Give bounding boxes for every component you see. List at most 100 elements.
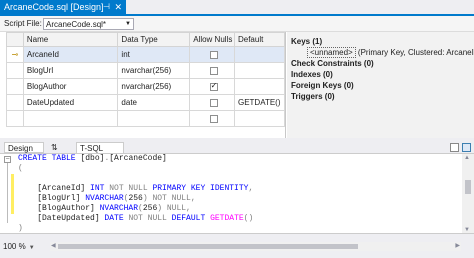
code-token: [BlogAuthor] [18,204,100,213]
allow-nulls-checkbox[interactable] [209,114,218,123]
table-row[interactable]: BlogAuthor nvarchar(256) [6,78,286,95]
triggers-label: Triggers (0) [291,92,335,101]
horizontal-split-icon[interactable] [450,143,459,152]
foreign-keys-node[interactable]: Foreign Keys (0) [291,80,474,91]
allow-nulls-checkbox[interactable] [209,98,218,107]
document-tab-title: ArcaneCode.sql [Design] [4,2,104,12]
scroll-thumb[interactable] [58,244,358,249]
collapse-icon[interactable]: − [4,156,11,163]
code-line: [BlogAuthor] NVARCHAR(256) NULL, [18,204,253,214]
allow-nulls-cell [189,94,235,111]
pin-icon[interactable]: ⊣ [103,0,110,14]
default-cell[interactable] [233,46,286,63]
tsql-tab-label: T-SQL [80,144,104,153]
code-token: [ArcaneCode] [109,154,167,163]
row-selector[interactable] [6,78,24,95]
swap-icon: ⇅ [51,143,58,152]
code-token: ) NOT NULL, [142,194,196,203]
scroll-left-icon[interactable]: ◀ [51,242,56,249]
check-constraints-node[interactable]: Check Constraints (0) [291,58,474,69]
code-token: , [248,184,254,193]
column-name-cell[interactable] [22,110,119,127]
document-tab-strip: ArcaneCode.sql [Design] ⊣ ✕ [0,0,474,14]
header-default: Default [233,32,286,47]
scroll-up-icon[interactable]: ▲ [464,155,470,161]
close-icon[interactable]: ✕ [114,0,122,14]
code-token: NOT NULL [128,214,172,223]
code-token: [DateUpdated] [18,214,105,223]
allow-nulls-checkbox[interactable] [209,66,218,75]
default-cell[interactable] [233,62,286,79]
column-name-cell[interactable]: BlogUrl [22,62,119,79]
allow-nulls-checkbox[interactable] [209,81,218,91]
table-row[interactable] [6,110,286,127]
outline-line [7,163,8,223]
scroll-right-icon[interactable]: ▶ [455,242,460,249]
swap-panes-button[interactable]: ⇅ [48,142,68,153]
scroll-thumb[interactable] [465,180,471,194]
indexes-node[interactable]: Indexes (0) [291,69,474,80]
code-token: GETDATE [210,214,244,223]
data-type-cell[interactable]: nvarchar(256) [117,78,191,95]
horizontal-scrollbar[interactable]: ◀ ▶ [50,242,461,251]
tab-design[interactable]: Design [4,142,44,153]
data-type-cell[interactable] [117,110,191,127]
row-selector[interactable] [6,62,24,79]
code-token: ( [18,164,23,173]
allow-nulls-cell [189,46,235,63]
status-bar: 100 % ▼ ◀ ▶ [0,233,474,258]
keys-node[interactable]: Keys (1) [291,36,474,47]
code-token: 256 [128,194,143,203]
default-cell[interactable] [233,78,286,95]
pane-tab-strip: Design ⇅ T-SQL [0,142,474,153]
code-line: [ArcaneId] INT NOT NULL PRIMARY KEY IDEN… [18,184,253,194]
default-cell[interactable]: GETDATE() [233,94,286,111]
allow-nulls-cell [189,110,235,127]
default-cell[interactable] [233,110,286,127]
vertical-split-icon[interactable] [462,143,471,152]
code-token: NVARCHAR [85,194,124,203]
change-marker [11,174,14,214]
script-file-dropdown[interactable]: ArcaneCode.sql* ▼ [43,18,134,30]
editor-gutter: − [0,154,14,234]
indexes-label: Indexes (0) [291,70,333,79]
vertical-scrollbar[interactable]: ▲ ▼ [462,154,474,234]
tsql-editor[interactable]: − CREATE TABLE [dbo].[ArcaneCode]( [Arca… [0,153,474,234]
code-token: 256 [142,204,158,213]
header-data-type: Data Type [117,32,191,47]
primary-key-name: <unnamed> [307,47,356,58]
document-tab[interactable]: ArcaneCode.sql [Design] ⊣ ✕ [0,0,126,14]
allow-nulls-cell [189,78,235,95]
table-row[interactable]: BlogUrl nvarchar(256) [6,62,286,79]
code-token: [dbo] [80,154,105,163]
code-line: [BlogUrl] NVARCHAR(256) NOT NULL, [18,194,253,204]
row-selector[interactable]: ⊸ [6,46,24,63]
column-name-cell[interactable]: ArcaneId [22,46,119,63]
allow-nulls-checkbox[interactable] [209,50,218,59]
table-row[interactable]: ⊸ ArcaneId int [6,46,286,63]
code-line: CREATE TABLE [dbo].[ArcaneCode] [18,154,253,164]
script-file-bar: Script File: ArcaneCode.sql* ▼ [0,16,474,32]
data-type-cell[interactable]: nvarchar(256) [117,62,191,79]
table-row[interactable]: DateUpdated date GETDATE() [6,94,286,111]
script-file-value: ArcaneCode.sql* [46,20,107,29]
column-name-cell[interactable]: BlogAuthor [22,78,119,95]
keys-label: Keys (1) [291,37,323,46]
primary-key-node[interactable]: <unnamed> (Primary Key, Clustered: Arcan… [291,47,474,58]
code-token: NOT NULL [109,184,153,193]
tab-tsql[interactable]: T-SQL [76,142,124,153]
triggers-node[interactable]: Triggers (0) [291,91,474,102]
chevron-down-icon: ▼ [28,245,35,251]
zoom-dropdown[interactable]: 100 % ▼ [3,242,35,251]
data-type-cell[interactable]: int [117,46,191,63]
column-name-cell[interactable]: DateUpdated [22,94,119,111]
header-name: Name [22,32,119,47]
design-tab-label: Design [8,144,33,153]
code-token: [BlogUrl] [18,194,86,203]
row-selector[interactable] [6,110,24,127]
code-token: ) [18,224,23,233]
data-type-cell[interactable]: date [117,94,191,111]
code-line: ( [18,164,253,174]
row-selector[interactable] [6,94,24,111]
